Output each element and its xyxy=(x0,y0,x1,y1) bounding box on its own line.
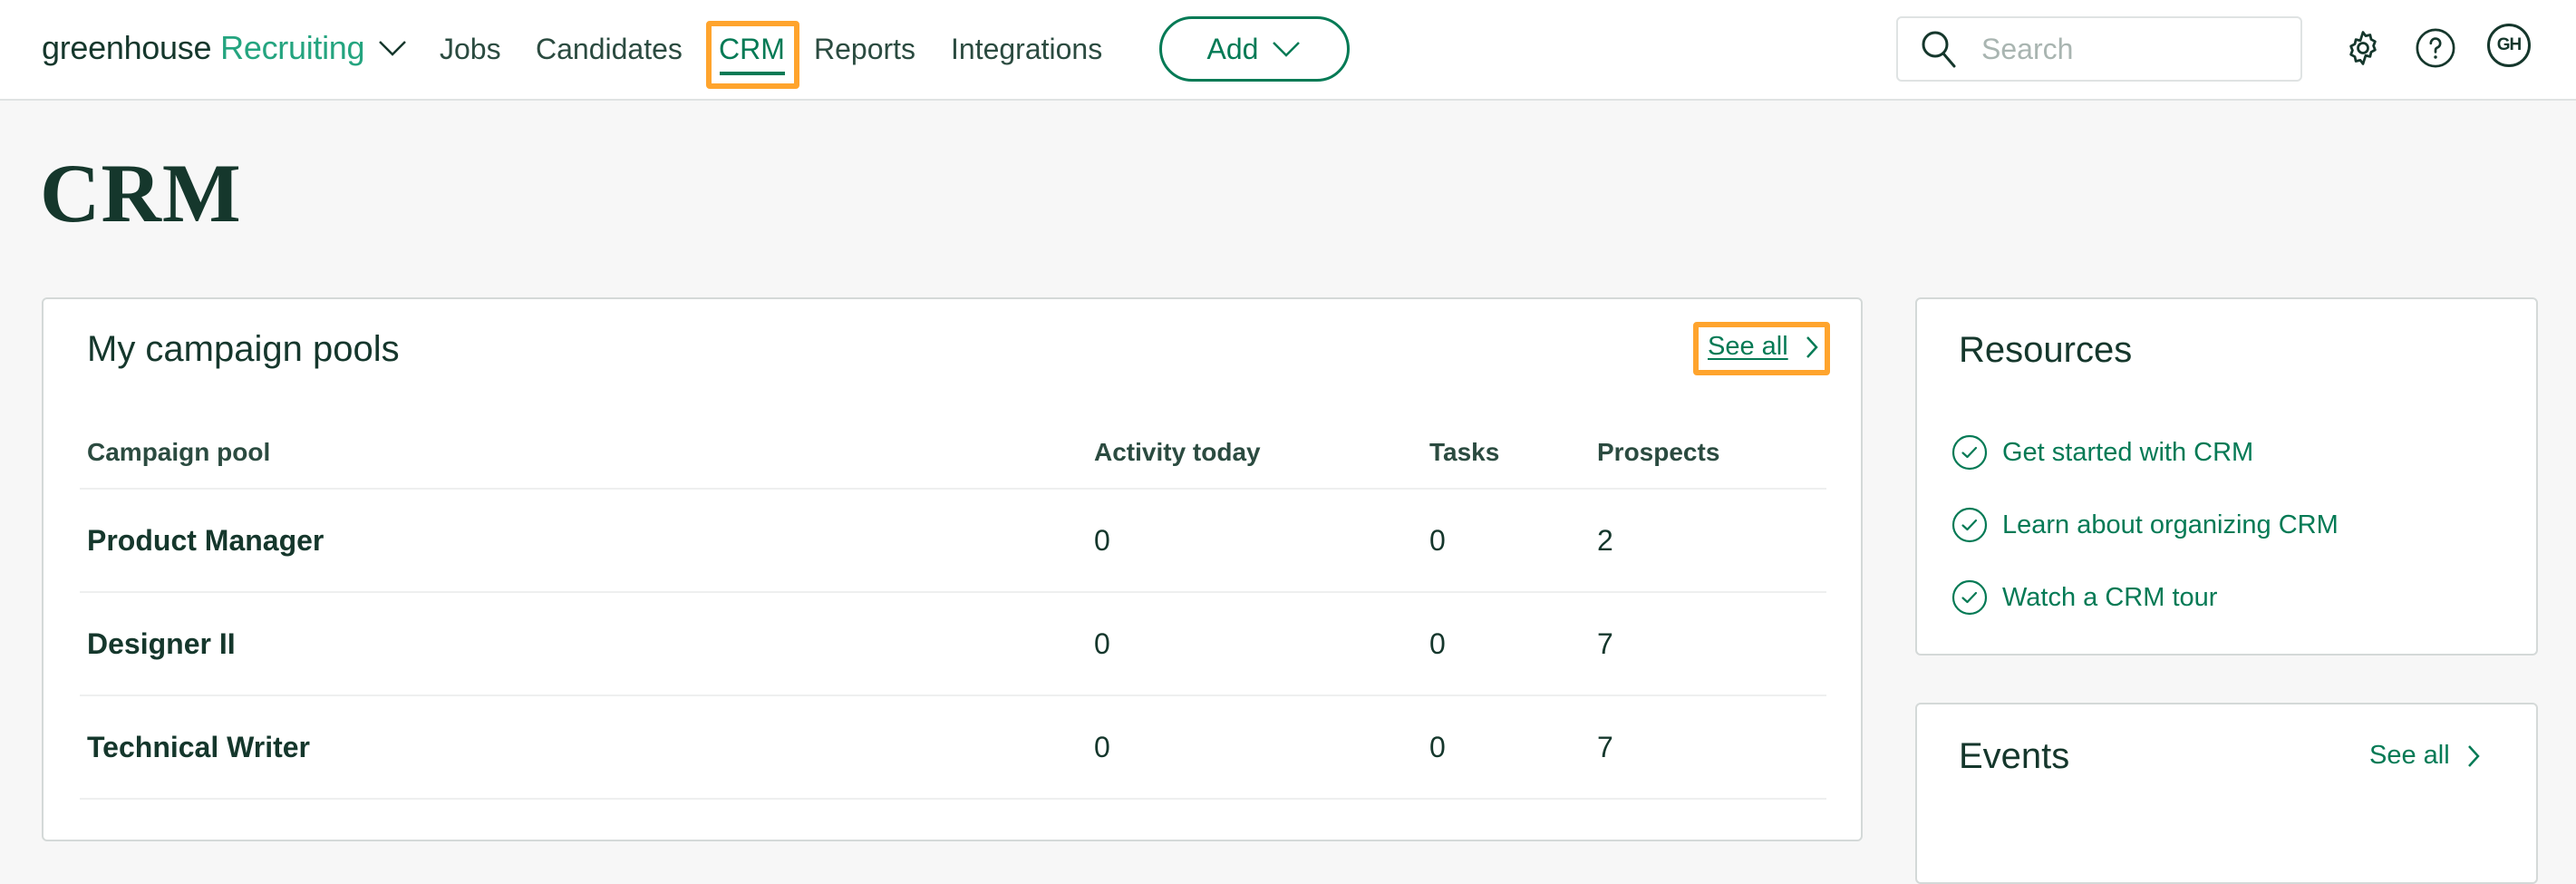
add-button-label: Add xyxy=(1206,32,1259,65)
resource-link-tour[interactable]: Watch a CRM tour xyxy=(1951,579,2217,616)
brand-logo: greenhouse xyxy=(42,29,212,66)
table-divider xyxy=(80,798,1826,800)
help-button[interactable] xyxy=(2413,25,2458,71)
search-icon xyxy=(1922,31,1956,68)
column-header-campaign-pool[interactable]: Campaign pool xyxy=(87,438,270,467)
resources-title: Resources xyxy=(1959,330,2133,370)
check-circle-icon xyxy=(1951,434,1988,471)
page-title: CRM xyxy=(40,147,242,239)
activity-today-value: 0 xyxy=(1094,731,1110,763)
see-all-label: See all xyxy=(2369,741,2450,770)
campaign-pools-card xyxy=(42,297,1863,841)
chevron-down-icon xyxy=(379,41,407,56)
resource-label: Watch a CRM tour xyxy=(2002,582,2218,612)
top-navigation: greenhouse Recruiting Jobs Candidates CR… xyxy=(0,0,2576,101)
column-header-prospects[interactable]: Prospects xyxy=(1597,438,1719,467)
nav-jobs[interactable]: Jobs xyxy=(440,29,501,69)
chevron-down-icon xyxy=(1273,42,1301,57)
see-all-label: See all xyxy=(1708,332,1788,361)
nav-candidates[interactable]: Candidates xyxy=(536,29,683,69)
campaign-pool-name[interactable]: Designer II xyxy=(87,627,236,661)
prospects-value: 7 xyxy=(1597,627,1613,660)
search-box[interactable] xyxy=(1896,16,2302,82)
prospects-value: 2 xyxy=(1597,524,1613,557)
user-avatar[interactable]: GH xyxy=(2487,24,2531,67)
gear-icon xyxy=(2349,31,2377,65)
column-header-tasks[interactable]: Tasks xyxy=(1429,438,1499,467)
table-divider xyxy=(80,695,1826,696)
chevron-right-icon xyxy=(1806,335,1818,358)
column-header-activity-today[interactable]: Activity today xyxy=(1094,438,1261,467)
events-see-all-link[interactable]: See all xyxy=(2369,741,2481,771)
activity-today-value: 0 xyxy=(1094,627,1110,660)
campaign-pool-name[interactable]: Technical Writer xyxy=(87,731,310,764)
product-name: Recruiting xyxy=(220,29,365,66)
tasks-value: 0 xyxy=(1429,627,1446,660)
tasks-value: 0 xyxy=(1429,731,1446,763)
tasks-value: 0 xyxy=(1429,524,1446,557)
resource-label: Learn about organizing CRM xyxy=(2002,510,2339,539)
help-icon xyxy=(2416,28,2455,68)
table-divider xyxy=(80,591,1826,593)
check-circle-icon xyxy=(1951,507,1988,543)
activity-today-value: 0 xyxy=(1094,524,1110,557)
table-divider xyxy=(80,488,1826,490)
campaign-pools-see-all-link[interactable]: See all xyxy=(1708,332,1819,362)
chevron-right-icon xyxy=(2467,744,2480,767)
events-title: Events xyxy=(1959,736,2070,776)
events-card xyxy=(1915,703,2538,884)
active-tab-indicator xyxy=(720,72,785,75)
add-button[interactable]: Add xyxy=(1159,16,1350,82)
campaign-pools-title: My campaign pools xyxy=(87,329,400,369)
search-input[interactable] xyxy=(1981,32,2271,66)
prospects-value: 7 xyxy=(1597,731,1613,763)
campaign-pool-name[interactable]: Product Manager xyxy=(87,524,324,558)
nav-reports[interactable]: Reports xyxy=(814,29,915,69)
settings-button[interactable] xyxy=(2340,25,2386,71)
nav-integrations[interactable]: Integrations xyxy=(951,29,1102,69)
product-switcher[interactable]: greenhouse Recruiting xyxy=(42,25,408,71)
check-circle-icon xyxy=(1951,579,1988,616)
resource-link-organizing[interactable]: Learn about organizing CRM xyxy=(1951,507,2339,543)
nav-crm[interactable]: CRM xyxy=(719,29,785,69)
resource-label: Get started with CRM xyxy=(2002,437,2254,467)
resource-link-get-started[interactable]: Get started with CRM xyxy=(1951,434,2253,471)
